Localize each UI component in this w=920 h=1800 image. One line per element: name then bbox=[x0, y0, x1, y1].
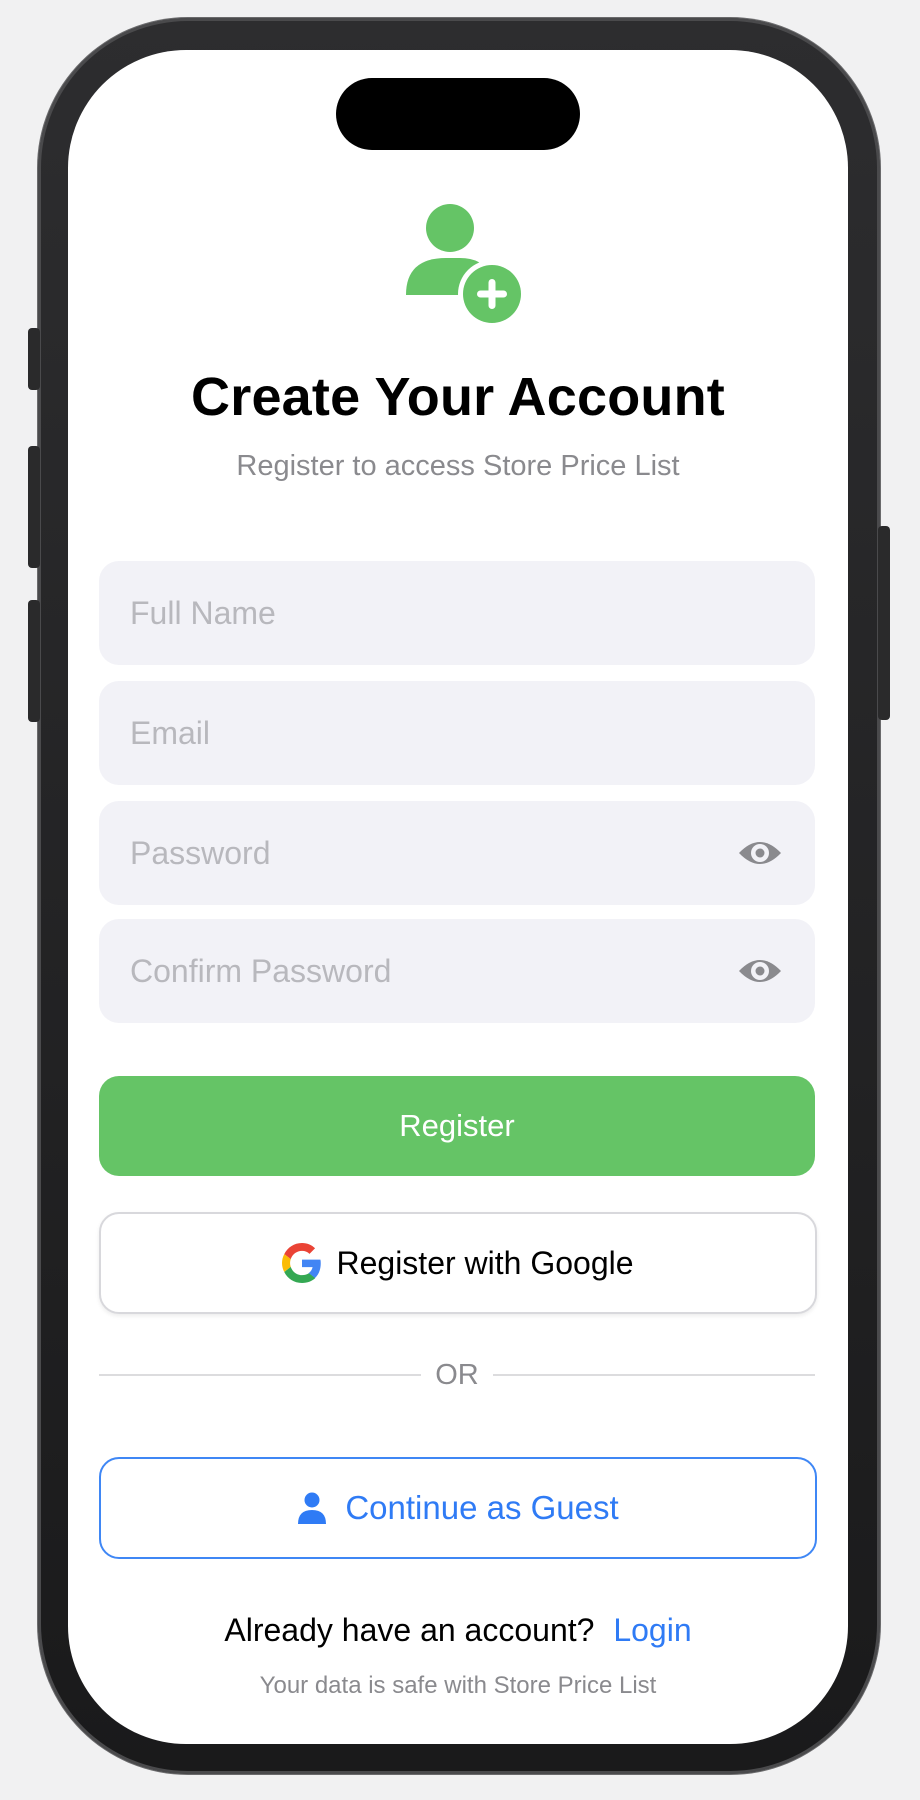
confirm-password-field[interactable]: Confirm Password bbox=[99, 919, 815, 1023]
email-field[interactable]: Email bbox=[99, 681, 815, 785]
register-with-google-button[interactable]: Register with Google bbox=[99, 1212, 817, 1314]
divider-line-right bbox=[493, 1374, 815, 1376]
person-add-icon bbox=[406, 204, 526, 328]
full-name-field[interactable]: Full Name bbox=[99, 561, 815, 665]
google-logo-icon bbox=[282, 1243, 322, 1283]
or-divider: OR bbox=[99, 1355, 815, 1395]
full-name-placeholder: Full Name bbox=[130, 595, 276, 631]
login-link[interactable]: Login bbox=[613, 1612, 691, 1648]
power-button bbox=[878, 526, 890, 720]
continue-as-guest-button[interactable]: Continue as Guest bbox=[99, 1457, 817, 1559]
confirm-password-placeholder: Confirm Password bbox=[130, 953, 392, 989]
footer-note: Your data is safe with Store Price List bbox=[259, 1672, 657, 1699]
dynamic-island bbox=[336, 78, 580, 150]
person-icon bbox=[298, 1492, 327, 1524]
password-placeholder: Password bbox=[130, 835, 271, 871]
page-title: Create Your Account bbox=[191, 367, 725, 427]
register-button[interactable]: Register bbox=[99, 1076, 815, 1176]
continue-as-guest-label: Continue as Guest bbox=[345, 1489, 619, 1526]
screen: Create Your Account Register to access S… bbox=[68, 50, 848, 1744]
action-button bbox=[28, 328, 40, 390]
email-placeholder: Email bbox=[130, 715, 211, 751]
password-field[interactable]: Password bbox=[99, 801, 815, 905]
eye-icon[interactable] bbox=[737, 953, 783, 989]
volume-up-button bbox=[28, 446, 40, 568]
register-with-google-label: Register with Google bbox=[336, 1244, 634, 1281]
volume-down-button bbox=[28, 600, 40, 722]
login-prompt-row: Already have an account? Login bbox=[68, 1612, 848, 1649]
login-prompt-text: Already have an account? bbox=[224, 1612, 595, 1648]
page-subtitle: Register to access Store Price List bbox=[236, 450, 680, 482]
eye-icon[interactable] bbox=[737, 835, 783, 871]
